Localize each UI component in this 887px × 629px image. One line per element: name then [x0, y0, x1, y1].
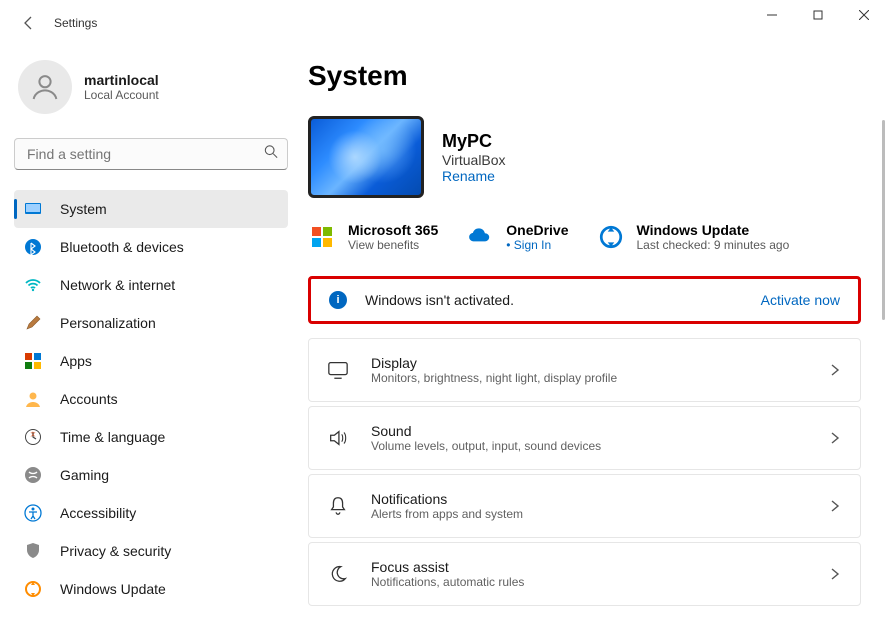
quick-signin[interactable]: Sign In [506, 238, 568, 252]
quick-links-row: Microsoft 365 View benefits OneDrive Sig… [308, 222, 861, 252]
m365-icon [308, 223, 336, 251]
onedrive-icon [466, 223, 494, 251]
display-icon [327, 359, 349, 381]
moon-icon [327, 563, 349, 585]
card-focus[interactable]: Focus assist Notifications, automatic ru… [308, 542, 861, 606]
quick-sub: View benefits [348, 238, 438, 252]
nav-accessibility[interactable]: Accessibility [14, 494, 288, 532]
accessibility-icon [24, 504, 42, 522]
minimize-button[interactable] [749, 0, 795, 30]
card-sub: Volume levels, output, input, sound devi… [371, 439, 806, 453]
wallpaper-thumbnail[interactable] [308, 116, 424, 198]
wifi-icon [24, 276, 42, 294]
nav-label: Accessibility [60, 505, 136, 521]
banner-text: Windows isn't activated. [365, 292, 761, 308]
activate-now-link[interactable]: Activate now [761, 292, 840, 308]
sidebar: martinlocal Local Account System Bluetoo… [0, 46, 300, 629]
card-title: Focus assist [371, 559, 806, 575]
nav-time[interactable]: 文 Time & language [14, 418, 288, 456]
pc-info-row: MyPC VirtualBox Rename [308, 116, 861, 198]
card-title: Display [371, 355, 806, 371]
nav-system[interactable]: System [14, 190, 288, 228]
pc-model: VirtualBox [442, 152, 506, 168]
card-sub: Monitors, brightness, night light, displ… [371, 371, 806, 385]
update-icon [24, 580, 42, 598]
main-content: System MyPC VirtualBox Rename Microsoft … [300, 46, 887, 629]
clock-icon: 文 [24, 428, 42, 446]
info-icon: i [329, 291, 347, 309]
chevron-right-icon [828, 567, 842, 581]
scrollbar[interactable] [882, 120, 885, 320]
nav-label: Personalization [60, 315, 156, 331]
system-icon [24, 200, 42, 218]
page-heading: System [308, 60, 861, 92]
quick-onedrive[interactable]: OneDrive Sign In [466, 222, 568, 252]
shield-icon [24, 542, 42, 560]
nav-label: Time & language [60, 429, 165, 445]
quick-sub: Last checked: 9 minutes ago [637, 238, 790, 252]
search-box [14, 138, 288, 170]
chevron-right-icon [828, 499, 842, 513]
bluetooth-icon [24, 238, 42, 256]
nav-list: System Bluetooth & devices Network & int… [14, 190, 288, 608]
card-sub: Notifications, automatic rules [371, 575, 806, 589]
quick-update[interactable]: Windows Update Last checked: 9 minutes a… [597, 222, 790, 252]
nav-label: Gaming [60, 467, 109, 483]
card-sub: Alerts from apps and system [371, 507, 806, 521]
person-icon [24, 390, 42, 408]
nav-label: Windows Update [60, 581, 166, 597]
nav-label: Network & internet [60, 277, 175, 293]
nav-personalization[interactable]: Personalization [14, 304, 288, 342]
back-button[interactable] [20, 14, 38, 32]
sound-icon [327, 427, 349, 449]
search-icon [264, 145, 278, 164]
pc-name: MyPC [442, 131, 506, 152]
bell-icon [327, 495, 349, 517]
quick-title: OneDrive [506, 222, 568, 238]
card-sound[interactable]: Sound Volume levels, output, input, soun… [308, 406, 861, 470]
quick-title: Windows Update [637, 222, 790, 238]
user-sub: Local Account [84, 88, 159, 102]
nav-update[interactable]: Windows Update [14, 570, 288, 608]
nav-label: Apps [60, 353, 92, 369]
user-block[interactable]: martinlocal Local Account [14, 60, 288, 114]
brush-icon [24, 314, 42, 332]
activation-banner: i Windows isn't activated. Activate now [308, 276, 861, 324]
nav-gaming[interactable]: Gaming [14, 456, 288, 494]
card-title: Notifications [371, 491, 806, 507]
nav-accounts[interactable]: Accounts [14, 380, 288, 418]
card-display[interactable]: Display Monitors, brightness, night ligh… [308, 338, 861, 402]
nav-network[interactable]: Network & internet [14, 266, 288, 304]
svg-text:文: 文 [30, 431, 35, 438]
nav-apps[interactable]: Apps [14, 342, 288, 380]
user-name: martinlocal [84, 72, 159, 88]
card-title: Sound [371, 423, 806, 439]
apps-icon [24, 352, 42, 370]
search-input[interactable] [14, 138, 288, 170]
nav-privacy[interactable]: Privacy & security [14, 532, 288, 570]
card-notifications[interactable]: Notifications Alerts from apps and syste… [308, 474, 861, 538]
maximize-button[interactable] [795, 0, 841, 30]
quick-title: Microsoft 365 [348, 222, 438, 238]
nav-bluetooth[interactable]: Bluetooth & devices [14, 228, 288, 266]
nav-label: Bluetooth & devices [60, 239, 184, 255]
quick-m365[interactable]: Microsoft 365 View benefits [308, 222, 438, 252]
close-button[interactable] [841, 0, 887, 30]
gaming-icon [24, 466, 42, 484]
nav-label: Accounts [60, 391, 118, 407]
update-quick-icon [597, 223, 625, 251]
chevron-right-icon [828, 363, 842, 377]
nav-label: System [60, 201, 107, 217]
avatar [18, 60, 72, 114]
nav-label: Privacy & security [60, 543, 171, 559]
window-title: Settings [54, 16, 97, 30]
chevron-right-icon [828, 431, 842, 445]
rename-link[interactable]: Rename [442, 168, 506, 184]
